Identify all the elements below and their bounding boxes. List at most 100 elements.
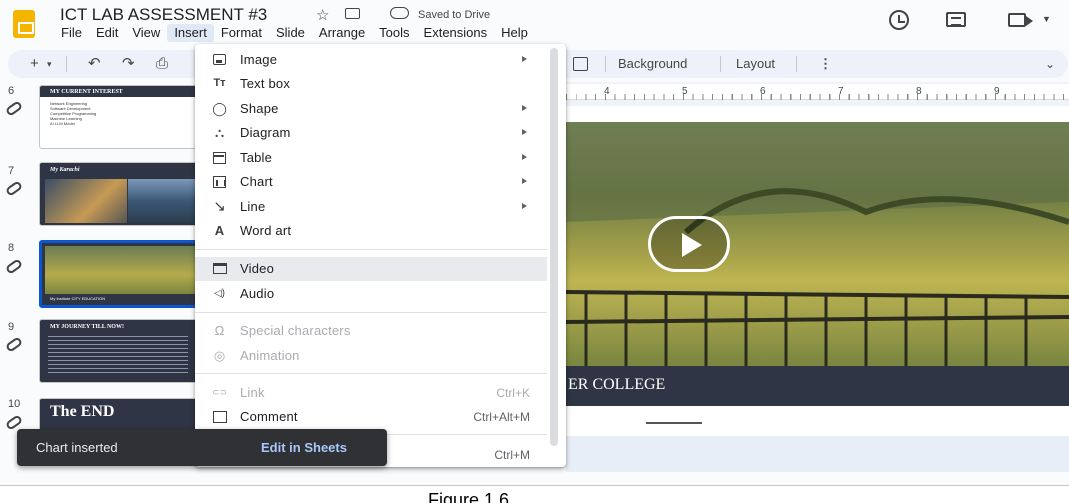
menu-item-word-art[interactable]: A Word art	[195, 219, 547, 243]
toolbar-divider	[796, 56, 797, 72]
menu-tools[interactable]: Tools	[372, 24, 416, 42]
meet-camera-icon[interactable]	[1008, 13, 1033, 27]
menu-item-table[interactable]: Table	[195, 146, 547, 170]
menu-item-label: Line	[240, 199, 266, 214]
menu-item-audio[interactable]: ◁) Audio	[195, 282, 547, 306]
ruler: 4 5 6 7 8 9	[566, 84, 1069, 100]
filmstrip: 6 MY CURRENT INTEREST Network Engineerin…	[0, 82, 200, 482]
slide-number: 8	[8, 242, 15, 254]
move-folder-icon[interactable]	[345, 8, 360, 19]
background-button[interactable]: Background	[618, 56, 687, 71]
menu-item-comment[interactable]: Comment Ctrl+Alt+M	[195, 405, 547, 429]
video-thumb	[45, 246, 195, 294]
slide-thumbnail-8[interactable]: My Institute CITY EDUCATION	[39, 240, 199, 308]
menu-item-link[interactable]: ⊂⊃ Link Ctrl+K	[195, 381, 547, 405]
slide-number: 7	[8, 165, 15, 177]
submenu-arrow-icon	[522, 154, 527, 160]
video-icon	[213, 263, 227, 274]
menu-item-label: Comment	[240, 409, 298, 424]
thumb-title: MY CURRENT INTEREST	[50, 89, 123, 95]
menu-item-image[interactable]: Image	[195, 48, 547, 72]
thumb-title: MY JOURNEY TILL NOW!	[50, 324, 124, 330]
menu-view[interactable]: View	[125, 24, 167, 42]
collapse-toolbar-chevron-icon[interactable]: ⌄	[1045, 54, 1055, 74]
menu-item-diagram[interactable]: ⛬ Diagram	[195, 121, 547, 145]
slide-thumbnail-9[interactable]: MY JOURNEY TILL NOW!	[39, 319, 199, 383]
slide-number: 6	[8, 85, 15, 97]
menu-scrollbar[interactable]	[550, 48, 558, 446]
slide-thumbnail-7[interactable]: My Karachi	[39, 162, 199, 226]
audio-icon: ◁)	[213, 288, 226, 299]
more-options-icon[interactable]: ⋮	[819, 56, 832, 72]
ruler-label: 6	[760, 86, 766, 97]
cloud-saved-icon	[390, 7, 409, 19]
menu-item-shortcut: Ctrl+K	[496, 386, 530, 400]
menu-item-label: Image	[240, 52, 278, 67]
menu-item-line[interactable]: ↘ Line	[195, 195, 547, 219]
menu-item-special-characters[interactable]: Ω Special characters	[195, 319, 547, 343]
menu-format[interactable]: Format	[214, 24, 269, 42]
omega-icon: Ω	[214, 323, 225, 338]
ruler-label: 4	[604, 86, 610, 97]
menu-item-text-box[interactable]: Tт Text box	[195, 72, 547, 96]
menu-insert[interactable]: Insert	[167, 24, 214, 42]
slides-logo-icon[interactable]	[13, 10, 35, 38]
insert-textbox-icon[interactable]	[573, 57, 588, 71]
submenu-arrow-icon	[522, 178, 527, 184]
menu-file[interactable]: File	[54, 24, 89, 42]
version-history-icon[interactable]	[889, 10, 909, 30]
figure-caption-area: Figure 1.6	[0, 485, 1069, 503]
menu-item-label: Word art	[240, 223, 292, 238]
thumb-bullets: Network Engineering Software Development…	[50, 101, 96, 126]
new-slide-chevron-icon[interactable]: ▾	[47, 54, 52, 74]
animation-icon: ◎	[213, 348, 226, 363]
video-embed[interactable]	[566, 122, 1069, 366]
thumb-title: The END	[50, 403, 115, 420]
menu-item-label: Audio	[240, 286, 275, 301]
play-icon[interactable]	[648, 216, 730, 272]
menu-extensions[interactable]: Extensions	[417, 24, 495, 42]
new-slide-icon[interactable]: +	[30, 54, 39, 74]
menu-edit[interactable]: Edit	[89, 24, 125, 42]
menu-help[interactable]: Help	[494, 24, 535, 42]
menu-item-label: Video	[240, 261, 275, 276]
karachi-photo-1	[45, 179, 127, 223]
edit-in-sheets-button[interactable]: Edit in Sheets	[261, 440, 347, 455]
link-icon	[4, 180, 24, 197]
menu-item-label: Table	[240, 150, 273, 165]
slide-thumbnail-6[interactable]: MY CURRENT INTEREST Network Engineering …	[39, 85, 199, 149]
slide-editor[interactable]: ER COLLEGE	[566, 106, 1069, 454]
layout-button[interactable]: Layout	[736, 56, 775, 71]
chevron-down-icon[interactable]: ▼	[1042, 14, 1051, 24]
menu-slide[interactable]: Slide	[269, 24, 312, 42]
menu-arrange[interactable]: Arrange	[312, 24, 372, 42]
slide-number: 9	[8, 321, 15, 333]
menu-separator	[195, 249, 547, 250]
menu-item-label: Shape	[240, 101, 279, 116]
text-box-icon: Tт	[213, 77, 226, 89]
slide-caption[interactable]: ER COLLEGE	[568, 376, 665, 394]
thumb-text-lines	[48, 336, 188, 376]
star-icon[interactable]: ☆	[316, 6, 329, 24]
menu-item-chart[interactable]: Chart	[195, 170, 547, 194]
menu-item-video[interactable]: Video	[195, 257, 547, 281]
thumb-bullet: AI LLM Model	[50, 121, 75, 126]
video-scene	[566, 122, 1069, 366]
document-title[interactable]: ICT LAB ASSESSMENT #3	[60, 5, 267, 25]
link-icon	[4, 100, 24, 117]
link-icon	[4, 258, 24, 275]
menu-item-animation[interactable]: ◎ Animation	[195, 344, 547, 368]
toolbar-divider	[66, 56, 67, 72]
undo-icon[interactable]: ↶	[88, 54, 101, 74]
karachi-photo-2	[128, 179, 196, 223]
redo-icon[interactable]: ↷	[122, 54, 135, 74]
submenu-arrow-icon	[522, 203, 527, 209]
print-icon[interactable]: ⎙	[156, 54, 168, 74]
comments-icon[interactable]	[946, 12, 966, 27]
menu-item-shape[interactable]: ◯ Shape	[195, 97, 547, 121]
ruler-label: 9	[994, 86, 1000, 97]
speaker-notes-bar[interactable]	[566, 436, 1069, 472]
thumb-caption: My Institute CITY EDUCATION	[50, 296, 105, 301]
word-art-icon: A	[214, 223, 225, 238]
submenu-arrow-icon	[522, 56, 527, 62]
